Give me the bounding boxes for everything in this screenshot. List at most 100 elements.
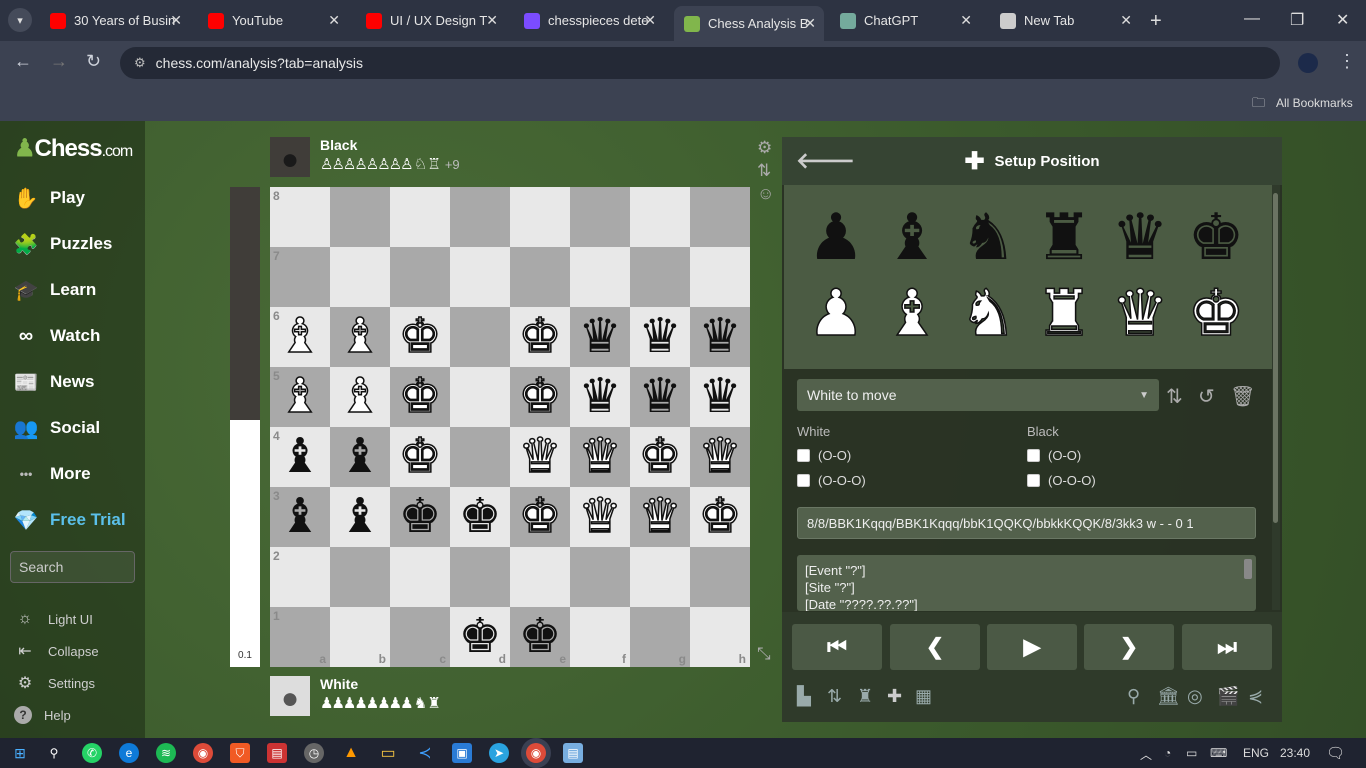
white-queen-piece[interactable]: ♛ bbox=[638, 492, 683, 542]
white-bishop-piece[interactable]: ♝ bbox=[338, 372, 383, 422]
previous-move-button[interactable]: ❮ bbox=[890, 624, 980, 670]
spotify-icon[interactable]: ≋ bbox=[156, 743, 176, 763]
square-g6[interactable]: ♛ bbox=[630, 307, 690, 367]
kebab-menu-icon[interactable]: ⋮ bbox=[1338, 51, 1356, 72]
square-b1[interactable]: b bbox=[330, 607, 390, 667]
close-tab-icon[interactable]: ✕ bbox=[1120, 12, 1132, 29]
square-e7[interactable] bbox=[510, 247, 570, 307]
square-h7[interactable] bbox=[690, 247, 750, 307]
vscode-icon[interactable]: ≺ bbox=[415, 743, 435, 763]
square-f5[interactable]: ♛ bbox=[570, 367, 630, 427]
square-b4[interactable]: ♝ bbox=[330, 427, 390, 487]
white-bishop-piece[interactable]: ♝ bbox=[278, 312, 323, 362]
keyboard-icon[interactable]: ⌨ bbox=[1210, 746, 1227, 760]
square-c8[interactable] bbox=[390, 187, 450, 247]
sidebar-item-play[interactable]: ✋ Play bbox=[12, 181, 85, 215]
square-b6[interactable]: ♝ bbox=[330, 307, 390, 367]
share-icon[interactable]: ⋞ bbox=[1248, 686, 1263, 707]
square-f4[interactable]: ♛ bbox=[570, 427, 630, 487]
sidebar-item-more[interactable]: ••• More bbox=[12, 457, 91, 491]
black-knight-tray-piece[interactable]: ♞ bbox=[950, 199, 1026, 275]
address-bar[interactable]: ⚙ chess.com/analysis?tab=analysis bbox=[120, 47, 1280, 79]
white-queen-piece[interactable]: ♛ bbox=[578, 432, 623, 482]
resize-board-icon[interactable]: ⤡ bbox=[757, 644, 771, 664]
white-king-piece[interactable]: ♚ bbox=[518, 372, 563, 422]
square-h4[interactable]: ♛ bbox=[690, 427, 750, 487]
white-bishop-piece[interactable]: ♝ bbox=[278, 372, 323, 422]
video-icon[interactable]: 🎬 bbox=[1217, 686, 1239, 707]
tab-search-chevron-icon[interactable]: ▾ bbox=[8, 8, 32, 32]
black-king-piece[interactable]: ♚ bbox=[398, 493, 441, 541]
reset-icon[interactable]: ↺ bbox=[1198, 384, 1215, 409]
chrome-icon[interactable]: ◉ bbox=[193, 743, 213, 763]
white-king-piece[interactable]: ♚ bbox=[698, 492, 743, 542]
telegram-icon[interactable]: ➤ bbox=[489, 743, 509, 763]
clock-time[interactable]: 23:40 bbox=[1280, 746, 1310, 760]
pgn-textarea[interactable]: [Event "?"] [Site "?"] [Date "????.??.??… bbox=[797, 555, 1256, 611]
square-h5[interactable]: ♛ bbox=[690, 367, 750, 427]
black-bishop-piece[interactable]: ♝ bbox=[338, 493, 381, 541]
square-d8[interactable] bbox=[450, 187, 510, 247]
square-h8[interactable] bbox=[690, 187, 750, 247]
black-castle-short-checkbox[interactable]: (O-O) bbox=[1027, 448, 1081, 463]
square-f1[interactable]: f bbox=[570, 607, 630, 667]
sidebar-item-news[interactable]: 📰 News bbox=[12, 365, 95, 399]
close-tab-icon[interactable]: ✕ bbox=[644, 12, 656, 29]
white-bishop-piece[interactable]: ♝ bbox=[338, 312, 383, 362]
back-arrow-icon[interactable]: 🡐 bbox=[796, 148, 855, 174]
square-b2[interactable] bbox=[330, 547, 390, 607]
reload-icon[interactable]: ↻ bbox=[86, 51, 101, 72]
close-tab-icon[interactable]: ✕ bbox=[960, 12, 972, 29]
clock-app-icon[interactable]: ◷ bbox=[304, 743, 324, 763]
black-queen-tray-piece[interactable]: ♛ bbox=[1102, 199, 1178, 275]
square-c7[interactable] bbox=[390, 247, 450, 307]
square-h3[interactable]: ♚ bbox=[690, 487, 750, 547]
battery-icon[interactable]: ▭ bbox=[1186, 746, 1197, 760]
white-king-piece[interactable]: ♚ bbox=[638, 432, 683, 482]
trash-icon[interactable]: 🗑 bbox=[1230, 384, 1255, 409]
square-h2[interactable] bbox=[690, 547, 750, 607]
black-bishop-tray-piece[interactable]: ♝ bbox=[874, 199, 950, 275]
profile-avatar[interactable] bbox=[1298, 53, 1318, 73]
windows-start-icon[interactable]: ⊞ bbox=[10, 743, 30, 763]
square-a1[interactable]: 1a bbox=[270, 607, 330, 667]
black-castle-long-checkbox[interactable]: (O-O-O) bbox=[1027, 473, 1096, 488]
square-a5[interactable]: 5 ♝ bbox=[270, 367, 330, 427]
square-b7[interactable] bbox=[330, 247, 390, 307]
square-b8[interactable] bbox=[330, 187, 390, 247]
browser-tab[interactable]: 30 Years of Busin ✕ bbox=[40, 6, 190, 35]
browser-tab[interactable]: New Tab ✕ bbox=[990, 6, 1140, 35]
notifications-icon[interactable]: 🗨 bbox=[1326, 744, 1345, 762]
white-king-piece[interactable]: ♚ bbox=[398, 432, 443, 482]
square-g7[interactable] bbox=[630, 247, 690, 307]
file-explorer-icon[interactable]: ▭ bbox=[378, 743, 398, 763]
next-move-button[interactable]: ❯ bbox=[1084, 624, 1174, 670]
checkbox[interactable] bbox=[797, 449, 810, 462]
square-c6[interactable]: ♚ bbox=[390, 307, 450, 367]
sidebar-footer-help[interactable]: ? Help bbox=[14, 704, 71, 726]
white-queen-piece[interactable]: ♛ bbox=[578, 492, 623, 542]
black-queen-piece[interactable]: ♛ bbox=[638, 313, 681, 361]
tray-chevron-icon[interactable]: ︿ bbox=[1140, 746, 1152, 763]
new-tab-plus-icon[interactable]: + bbox=[1150, 10, 1162, 33]
black-king-piece[interactable]: ♚ bbox=[458, 493, 501, 541]
white-knight-tray-piece[interactable]: ♞ bbox=[950, 275, 1026, 351]
bar-chart-icon[interactable]: ▙ bbox=[797, 686, 811, 707]
chess-board[interactable]: 8 7 6 ♝ ♝ ♚ ♚ ♛ ♛ ♛ 5 ♝ ♝ ♚ ♚ ♛ ♛ ♛ 4 ♝ ♝ ♚ ♛ ♛ ♚ ♛ 3 ♝ ♝ ♚ ♚ ♚ ♛ ♛ ♚ 2 1 a b c… bbox=[270, 187, 750, 667]
board-settings-gear-icon[interactable]: ⚙ bbox=[757, 138, 772, 158]
close-window-icon[interactable]: ✕ bbox=[1336, 10, 1349, 30]
white-castle-long-checkbox[interactable]: (O-O-O) bbox=[797, 473, 866, 488]
black-pawn-tray-piece[interactable]: ♟ bbox=[798, 199, 874, 275]
square-e4[interactable]: ♛ bbox=[510, 427, 570, 487]
close-tab-icon[interactable]: ✕ bbox=[486, 12, 498, 29]
chesscom-logo[interactable]: ♟Chess.com bbox=[14, 134, 133, 163]
square-a6[interactable]: 6 ♝ bbox=[270, 307, 330, 367]
square-a3[interactable]: 3 ♝ bbox=[270, 487, 330, 547]
black-queen-piece[interactable]: ♛ bbox=[578, 313, 621, 361]
square-e8[interactable] bbox=[510, 187, 570, 247]
chrome-active-icon[interactable]: ◉ bbox=[526, 743, 546, 763]
square-d6[interactable] bbox=[450, 307, 510, 367]
store-icon[interactable]: ▣ bbox=[452, 743, 472, 763]
square-a8[interactable]: 8 bbox=[270, 187, 330, 247]
search-icon[interactable]: ⚲ bbox=[44, 743, 64, 763]
